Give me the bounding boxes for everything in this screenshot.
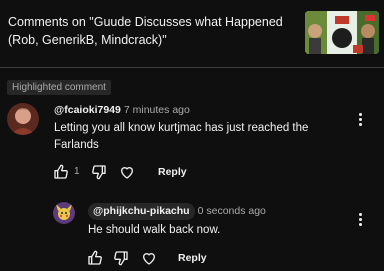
more-vert-icon[interactable] <box>355 110 365 128</box>
comment-author[interactable]: @fcaioki7949 <box>54 104 121 116</box>
reply-button[interactable]: Reply <box>158 166 187 178</box>
reply-author-avatar[interactable] <box>53 202 75 224</box>
comment-actions: 1 Reply <box>52 163 212 183</box>
comment-author-avatar[interactable] <box>7 103 39 135</box>
thumbs-down-icon[interactable] <box>112 249 130 267</box>
comment-text: Letting you all know kurtjmac has just r… <box>54 122 309 151</box>
reply-more-vert-icon[interactable] <box>355 210 365 228</box>
reply-timestamp[interactable]: 0 seconds ago <box>198 205 266 217</box>
heart-icon[interactable] <box>118 163 136 181</box>
video-thumbnail[interactable] <box>305 11 379 54</box>
reply-meta: @phijkchu-pikachu 0 seconds ago <box>88 203 266 220</box>
comments-header: Comments on "Guude Discusses what Happen… <box>0 0 384 64</box>
heart-icon[interactable] <box>140 249 158 267</box>
like-count: 1 <box>74 166 80 177</box>
reply-button[interactable]: Reply <box>178 252 207 264</box>
thumbs-up-icon[interactable] <box>52 163 70 181</box>
comment-meta: @fcaioki7949 7 minutes ago <box>54 103 190 117</box>
comments-title: Comments on "Guude Discusses what Happen… <box>8 15 283 47</box>
highlighted-comment-badge: Highlighted comment <box>7 80 111 95</box>
thumbs-up-icon[interactable] <box>86 249 104 267</box>
comment-timestamp[interactable]: 7 minutes ago <box>124 104 190 116</box>
thumbs-down-icon[interactable] <box>90 163 108 181</box>
reply-text: He should walk back now. <box>88 224 221 236</box>
reply-actions: Reply <box>86 249 226 269</box>
header-divider <box>0 67 384 68</box>
reply-author-chip[interactable]: @phijkchu-pikachu <box>88 203 195 220</box>
